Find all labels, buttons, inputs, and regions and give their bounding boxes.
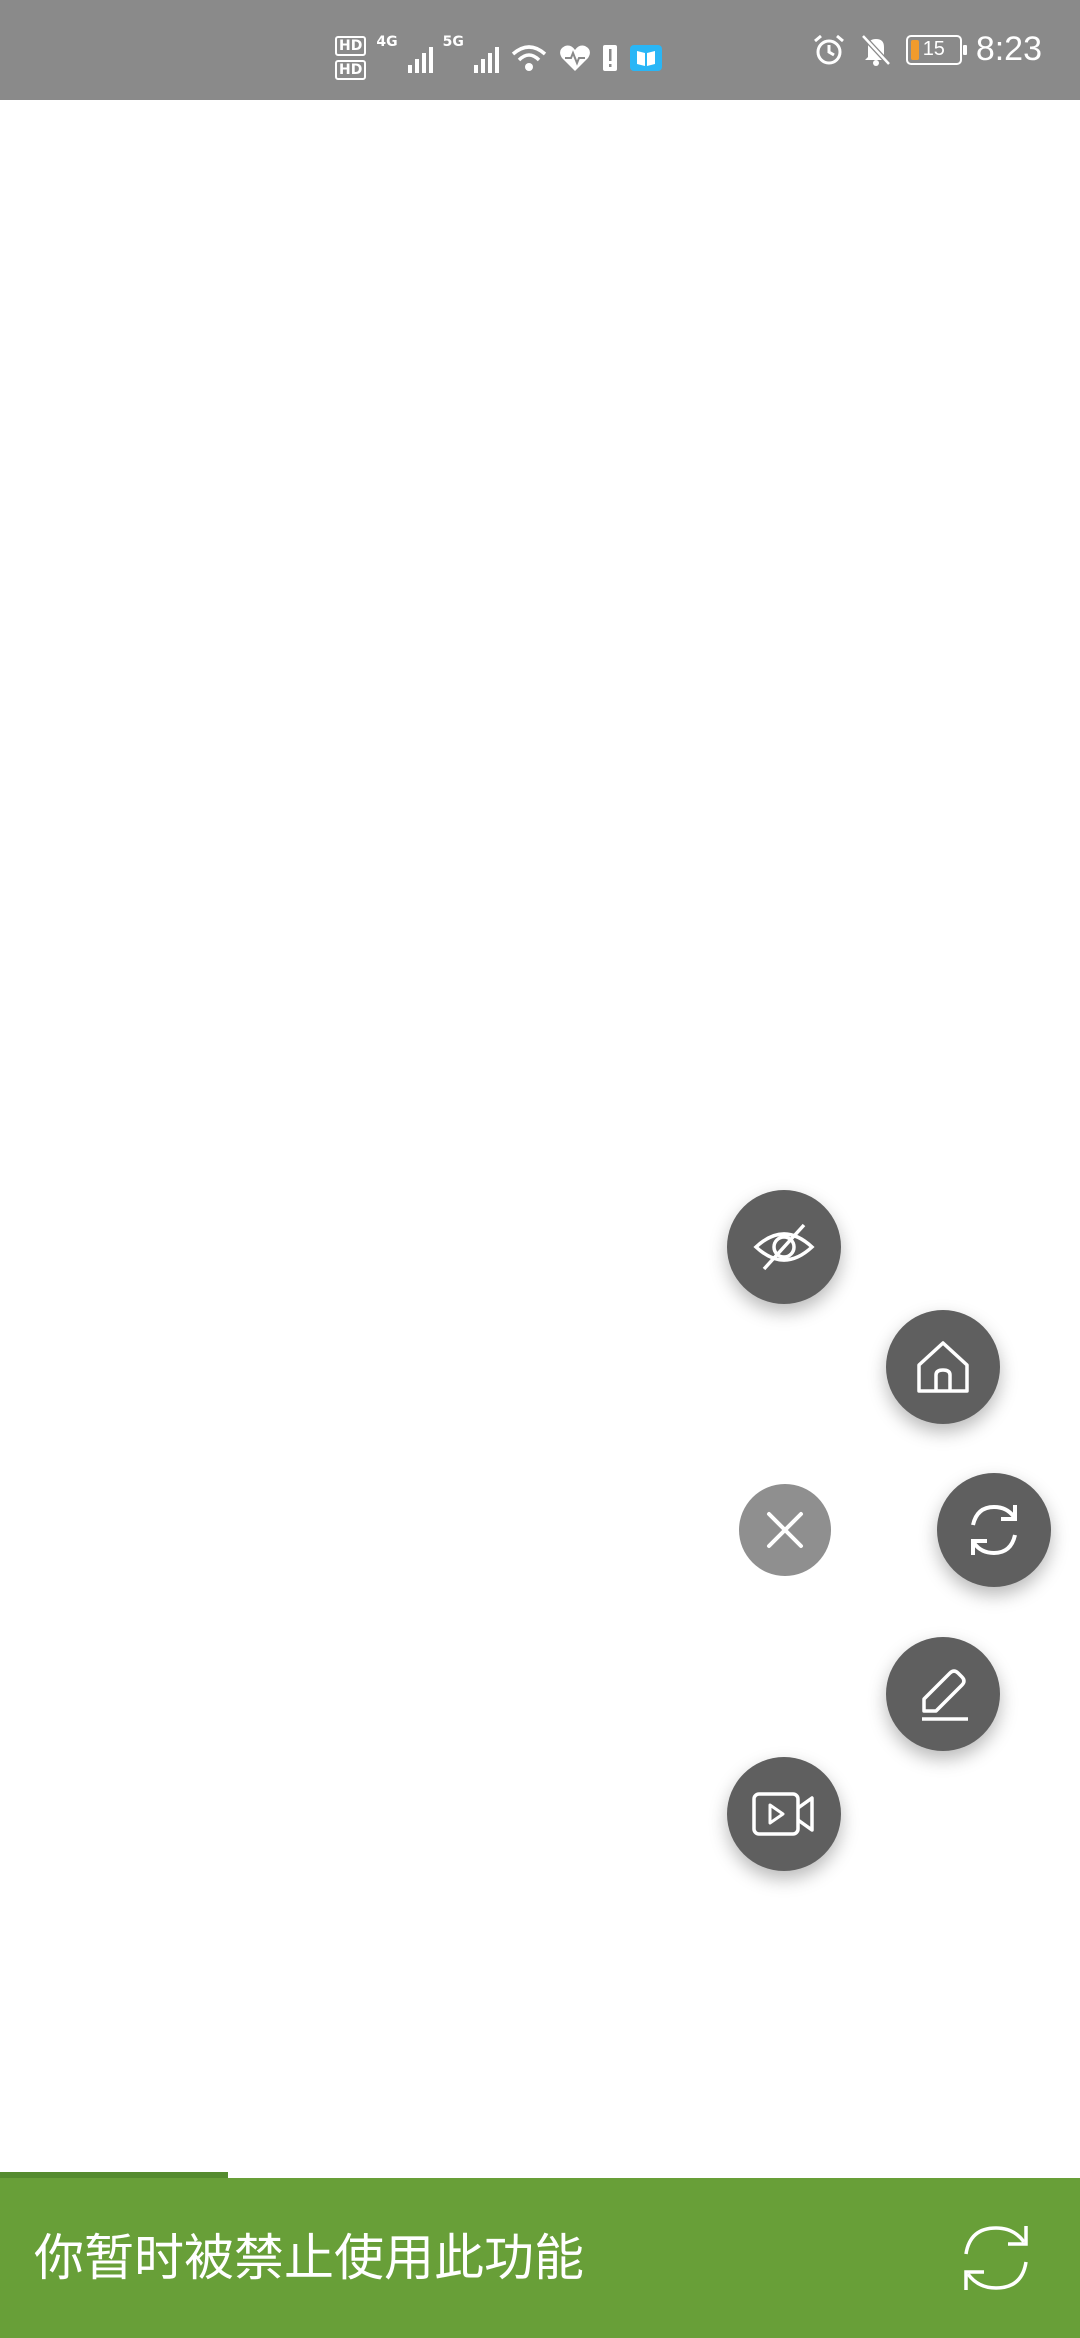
refresh-icon xyxy=(964,2226,1028,2290)
notice-icon xyxy=(602,45,617,71)
wifi-icon xyxy=(511,45,546,71)
close-icon xyxy=(767,1512,803,1548)
network-type-1: 4G xyxy=(376,34,398,50)
status-bar: HD HD 4G 5G 15 8:23 xyxy=(0,0,1080,100)
hd-icon: HD HD xyxy=(335,36,367,80)
health-icon xyxy=(559,45,590,71)
snackbar-refresh-button[interactable] xyxy=(958,2220,1034,2296)
battery-level: 15 xyxy=(922,38,945,60)
battery-icon: 15 xyxy=(905,34,967,65)
video-button[interactable] xyxy=(727,1757,841,1871)
mute-icon xyxy=(860,33,891,66)
edit-button[interactable] xyxy=(886,1637,1000,1751)
video-icon xyxy=(752,1792,814,1836)
network-type-2: 5G xyxy=(442,34,464,50)
pencil-icon xyxy=(922,1669,968,1721)
sim1-label: HD xyxy=(335,36,367,56)
home-button[interactable] xyxy=(886,1310,1000,1424)
sim2-label: HD xyxy=(335,60,367,80)
home-icon xyxy=(917,1341,969,1393)
book-icon xyxy=(629,45,662,71)
refresh-icon xyxy=(971,1504,1017,1556)
status-right: 15 8:23 xyxy=(812,30,1042,69)
hide-eye-button[interactable] xyxy=(727,1190,841,1304)
snackbar-message: 你暂时被禁止使用此功能 xyxy=(34,2229,584,2287)
status-time: 8:23 xyxy=(975,30,1042,68)
status-icons: HD HD 4G 5G xyxy=(335,28,663,88)
eye-off-icon xyxy=(753,1223,815,1271)
close-button[interactable] xyxy=(739,1484,831,1576)
signal-icon-2 xyxy=(473,43,499,73)
signal-icon xyxy=(407,43,433,73)
snackbar: 你暂时被禁止使用此功能 xyxy=(0,2178,1080,2338)
alarm-icon xyxy=(813,34,844,64)
refresh-button[interactable] xyxy=(937,1473,1051,1587)
